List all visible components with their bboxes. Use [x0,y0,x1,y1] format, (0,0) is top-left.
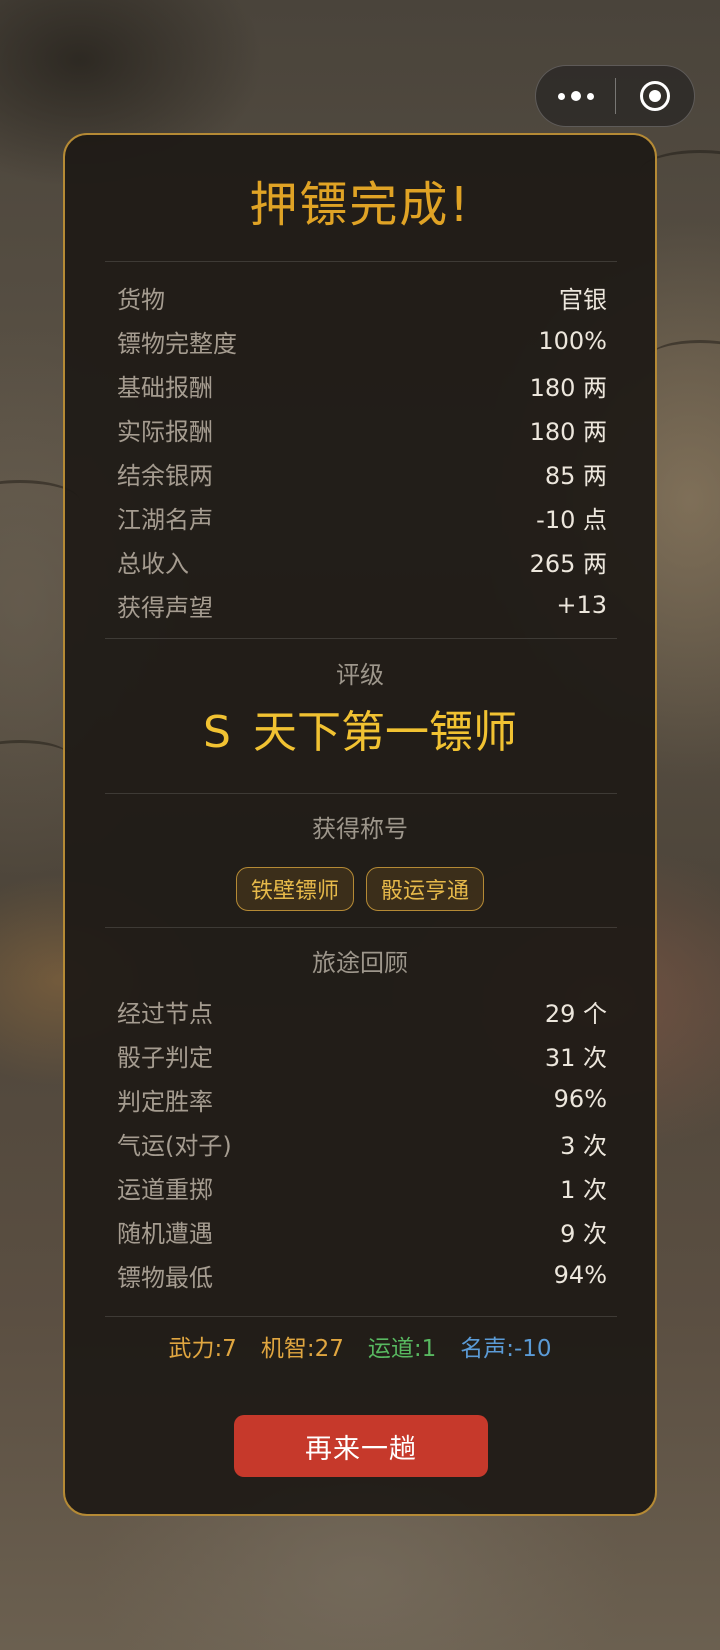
summary-row-actual-reward: 实际报酬 180 两 [117,407,607,451]
divider [105,793,617,794]
summary-label: 获得声望 [117,593,213,622]
summary-row-cargo: 货物 官银 [117,275,607,319]
divider [105,638,617,639]
titles-earned-label: 获得称号 [312,815,408,843]
rating-title: 天下第一镖师 [252,707,517,758]
journey-stat-label: 经过节点 [117,999,213,1028]
summary-value: +13 [556,591,607,619]
journey-label: 旅途回顾 [312,949,408,977]
attribute-fame: 名声:-10 [460,1336,552,1362]
journey-stat-value: 96% [553,1085,607,1113]
summary-row-integrity: 镖物完整度 100% [117,319,607,363]
summary-row-remaining-silver: 结余银两 85 两 [117,451,607,495]
summary-value: 265 两 [529,549,607,578]
journey-row-fortune-pairs: 气运(对子) 3 次 [117,1121,607,1165]
journey-stat-value: 3 次 [560,1131,607,1160]
summary-label: 基础报酬 [117,373,213,402]
summary-value: 官银 [559,285,607,314]
summary-label: 结余银两 [117,461,213,490]
rating-label: 评级 [336,661,384,689]
attributes-line: 武力:7 机智:27 运道:1 名声:-10 [65,1329,655,1363]
more-dots-icon[interactable] [536,66,615,126]
target-close-icon[interactable] [616,66,694,126]
journey-row-rerolls: 运道重掷 1 次 [117,1165,607,1209]
journey-row-encounters: 随机遭遇 9 次 [117,1209,607,1253]
summary-label: 总收入 [117,549,189,578]
attribute-wit: 机智:27 [260,1336,344,1362]
journey-stat-label: 运道重掷 [117,1175,213,1204]
divider [105,1316,617,1317]
journey-stat-value: 94% [553,1261,607,1289]
attribute-luck: 运道:1 [367,1336,437,1362]
journey-stat-label: 骰子判定 [117,1043,213,1072]
journey-stat-label: 镖物最低 [117,1263,213,1292]
summary-value: 180 两 [529,417,607,446]
summary-label: 镖物完整度 [117,329,237,358]
summary-value: 85 两 [544,461,607,490]
summary-label: 实际报酬 [117,417,213,446]
attribute-strength: 武力:7 [168,1336,237,1362]
journey-row-dice-checks: 骰子判定 31 次 [117,1033,607,1077]
summary-value: 180 两 [529,373,607,402]
journey-stat-value: 29 个 [544,999,607,1028]
result-title: 押镖完成! [249,177,471,233]
summary-label: 货物 [117,285,165,314]
journey-stat-label: 随机遭遇 [117,1219,213,1248]
divider [105,261,617,262]
summary-value: 100% [538,327,607,355]
journey-stat-label: 判定胜率 [117,1087,213,1116]
journey-stat-label: 气运(对子) [117,1131,232,1160]
title-badge: 铁壁镖师 [235,867,354,911]
summary-row-total-income: 总收入 265 两 [117,539,607,583]
summary-value: -10 点 [536,505,607,534]
journey-stat-value: 1 次 [560,1175,607,1204]
rating-display: S 天下第一镖师 [65,703,655,763]
title-badge: 骰运亨通 [366,867,485,911]
journey-row-nodes: 经过节点 29 个 [117,989,607,1033]
summary-row-prestige-gained: 获得声望 +13 [117,583,607,627]
journey-stat-value: 31 次 [544,1043,607,1072]
titles-badges: 铁壁镖师 骰运亨通 [65,867,655,911]
summary-row-base-reward: 基础报酬 180 两 [117,363,607,407]
rating-grade: S [203,707,231,758]
summary-row-reputation: 江湖名声 -10 点 [117,495,607,539]
journey-row-win-rate: 判定胜率 96% [117,1077,607,1121]
divider [105,927,617,928]
summary-label: 江湖名声 [117,505,213,534]
journey-stat-value: 9 次 [560,1219,607,1248]
retry-button[interactable]: 再来一趟 [234,1415,488,1477]
result-card: 押镖完成! 货物 官银 镖物完整度 100% 基础报酬 180 两 实际报酬 1… [63,133,657,1516]
journey-row-min-integrity: 镖物最低 94% [117,1253,607,1297]
mini-program-capsule [535,65,695,127]
